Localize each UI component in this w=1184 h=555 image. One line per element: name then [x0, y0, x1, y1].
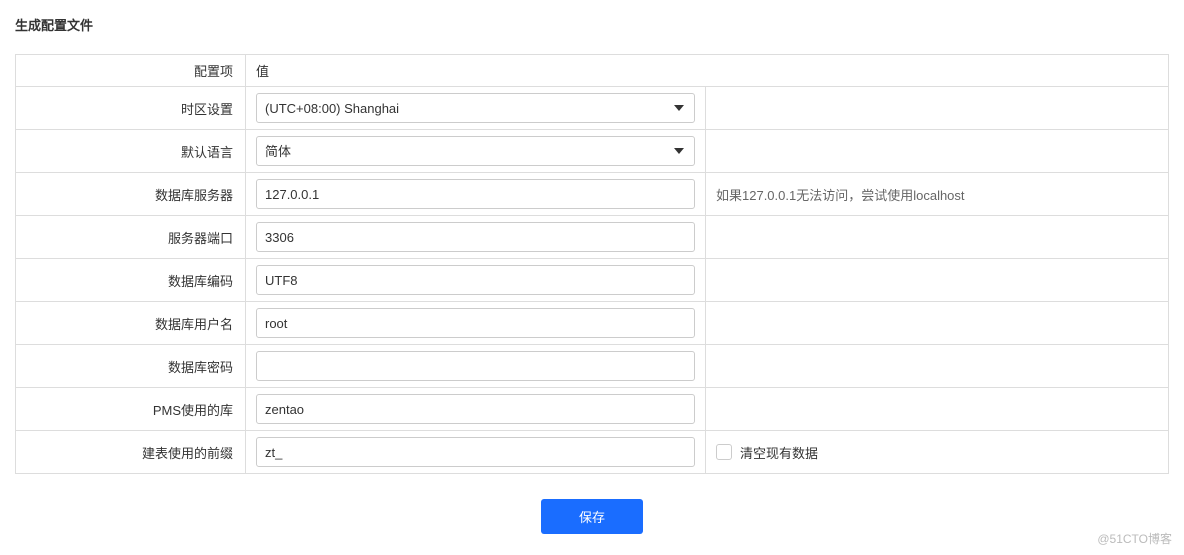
dbpass-input[interactable] [256, 351, 695, 381]
button-row: 保存 [15, 499, 1169, 534]
row-dbuser: 数据库用户名 [16, 302, 1169, 345]
header-value: 值 [246, 55, 1169, 87]
dbpass-label: 数据库密码 [16, 345, 246, 388]
row-dbname: PMS使用的库 [16, 388, 1169, 431]
dbencoding-hint [706, 259, 1169, 302]
dbuser-hint [706, 302, 1169, 345]
save-button[interactable]: 保存 [541, 499, 643, 534]
dbuser-input[interactable] [256, 308, 695, 338]
dbhost-input[interactable] [256, 179, 695, 209]
tableprefix-input[interactable] [256, 437, 695, 467]
row-dbencoding: 数据库编码 [16, 259, 1169, 302]
page-title: 生成配置文件 [15, 15, 1169, 34]
cleardata-label: 清空现有数据 [740, 443, 818, 462]
row-dbhost: 数据库服务器 如果127.0.0.1无法访问，尝试使用localhost [16, 173, 1169, 216]
row-tableprefix: 建表使用的前缀 清空现有数据 [16, 431, 1169, 474]
tableprefix-label: 建表使用的前缀 [16, 431, 246, 474]
dbpass-hint [706, 345, 1169, 388]
dbuser-label: 数据库用户名 [16, 302, 246, 345]
dbport-hint [706, 216, 1169, 259]
dbname-label: PMS使用的库 [16, 388, 246, 431]
header-label: 配置项 [16, 55, 246, 87]
table-header-row: 配置项 值 [16, 55, 1169, 87]
language-select[interactable]: 简体 [256, 136, 695, 166]
timezone-label: 时区设置 [16, 87, 246, 130]
dbencoding-label: 数据库编码 [16, 259, 246, 302]
checkbox-icon[interactable] [716, 444, 732, 460]
dbhost-hint: 如果127.0.0.1无法访问，尝试使用localhost [706, 173, 1169, 216]
dbport-input[interactable] [256, 222, 695, 252]
row-timezone: 时区设置 (UTC+08:00) Shanghai [16, 87, 1169, 130]
dbhost-label: 数据库服务器 [16, 173, 246, 216]
dbencoding-input[interactable] [256, 265, 695, 295]
row-dbport: 服务器端口 [16, 216, 1169, 259]
row-language: 默认语言 简体 [16, 130, 1169, 173]
language-hint [706, 130, 1169, 173]
timezone-hint [706, 87, 1169, 130]
cleardata-checkbox-wrap[interactable]: 清空现有数据 [716, 443, 1158, 462]
dbname-input[interactable] [256, 394, 695, 424]
config-table: 配置项 值 时区设置 (UTC+08:00) Shanghai 默认语言 简体 … [15, 54, 1169, 474]
dbname-hint [706, 388, 1169, 431]
row-dbpass: 数据库密码 [16, 345, 1169, 388]
dbport-label: 服务器端口 [16, 216, 246, 259]
timezone-select[interactable]: (UTC+08:00) Shanghai [256, 93, 695, 123]
language-label: 默认语言 [16, 130, 246, 173]
